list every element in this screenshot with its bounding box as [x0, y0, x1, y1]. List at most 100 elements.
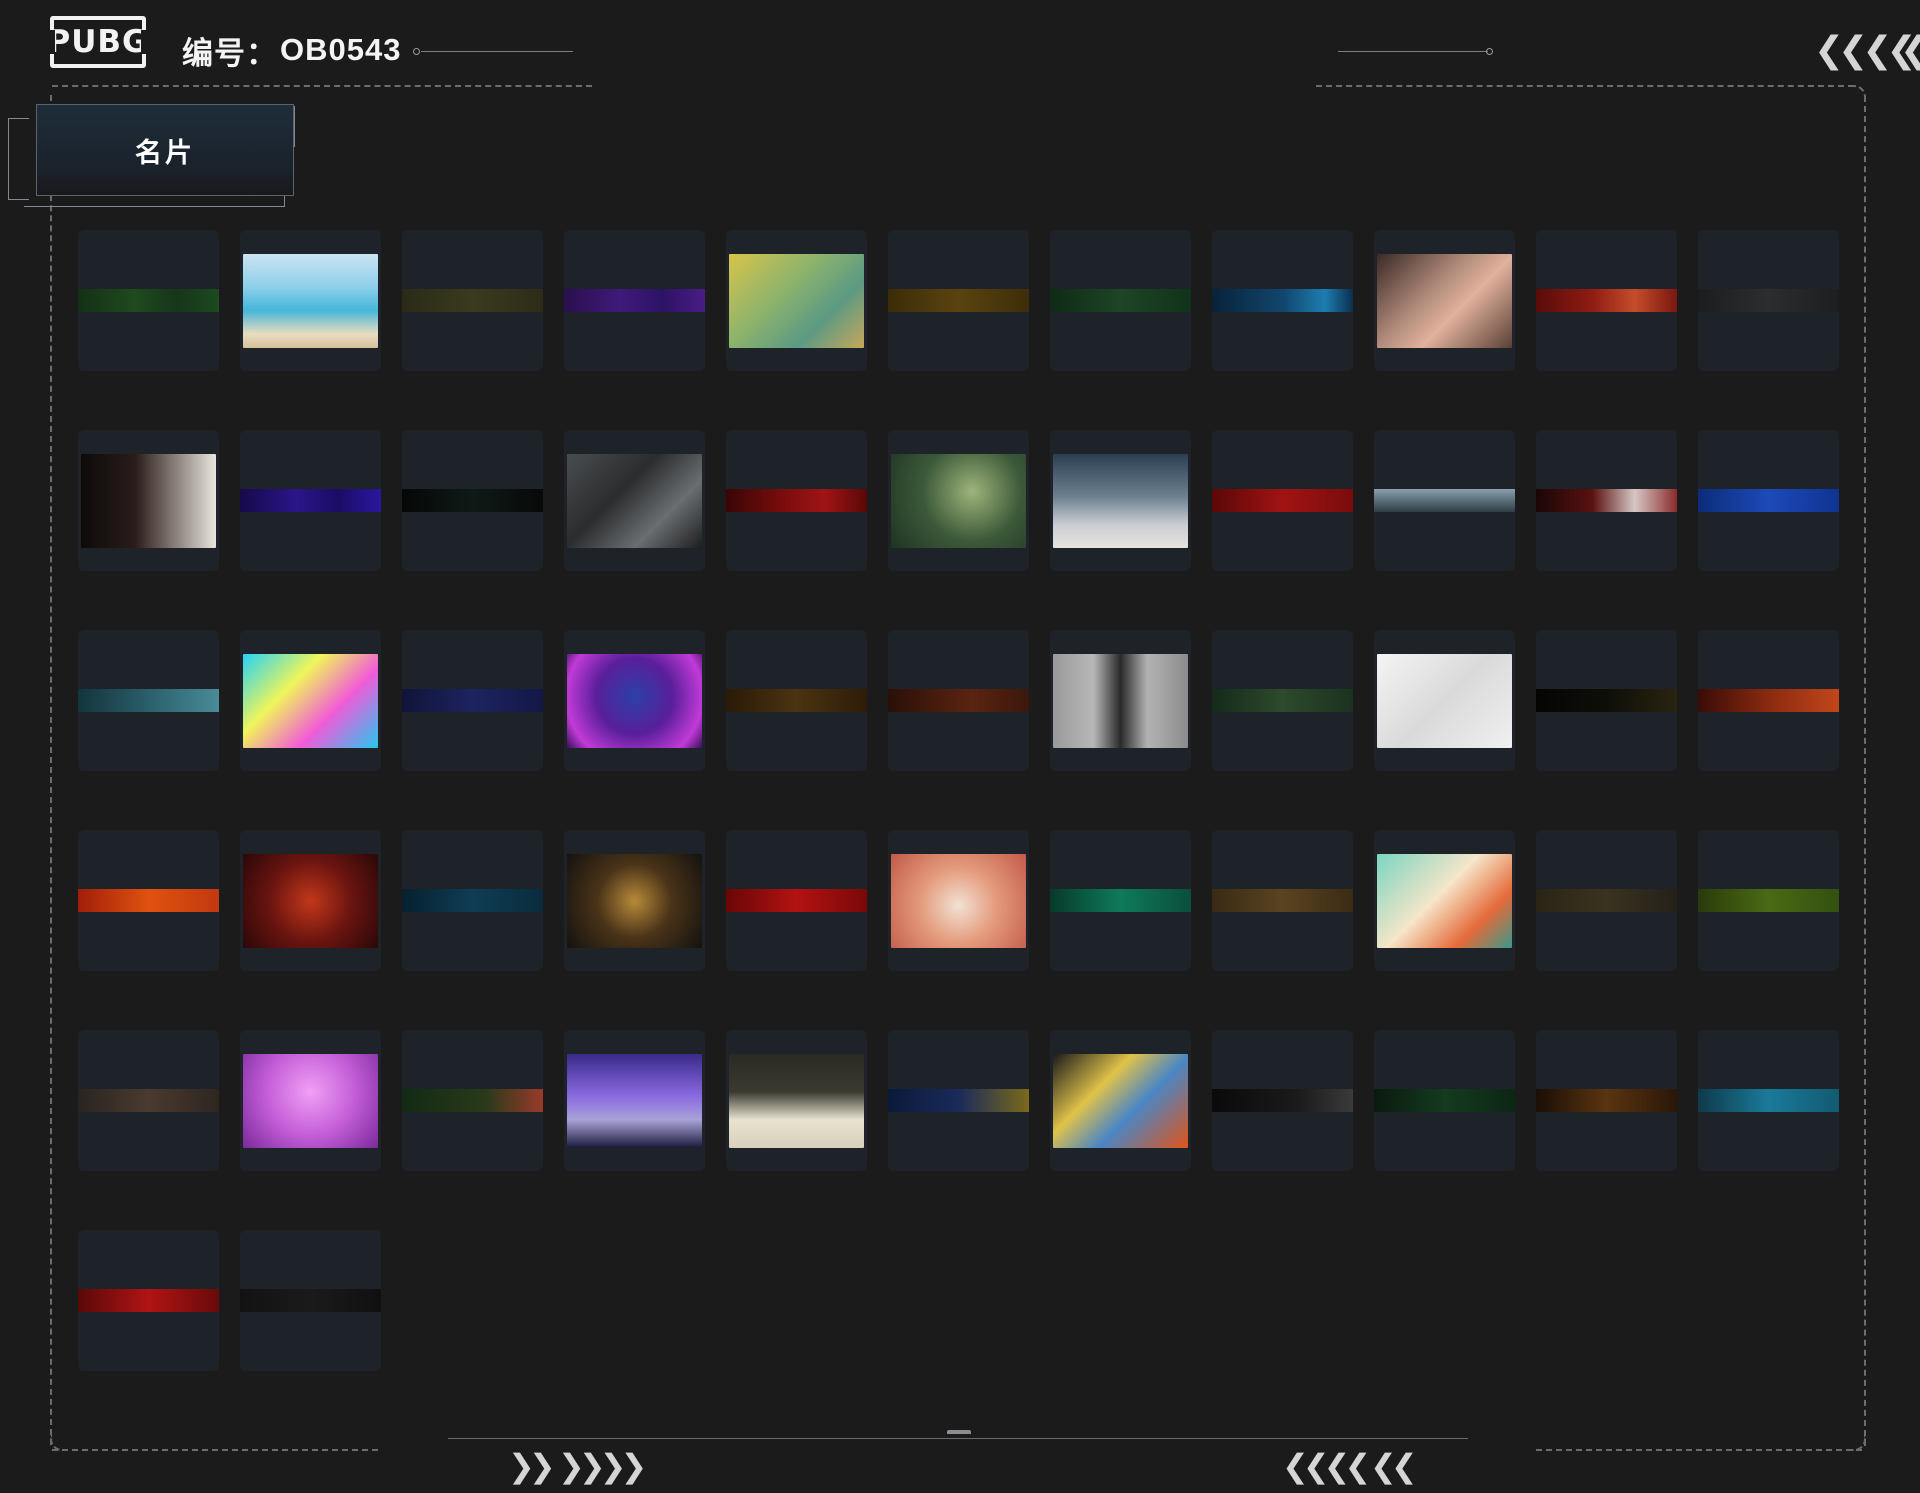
- namecard-item[interactable]: [1212, 1030, 1353, 1171]
- logo-icon: [567, 454, 702, 548]
- namecard-item[interactable]: [1536, 430, 1677, 571]
- shadow-figure-icon: [1053, 654, 1188, 748]
- frame-border: [52, 1449, 378, 1451]
- namecard-item[interactable]: [888, 1030, 1029, 1171]
- namecard-strip: [240, 489, 381, 512]
- namecard-item[interactable]: [888, 430, 1029, 571]
- namecard-strip: [240, 1289, 381, 1312]
- namecard-item[interactable]: [726, 630, 867, 771]
- namecard-item[interactable]: [1212, 230, 1353, 371]
- namecard-item[interactable]: [726, 1030, 867, 1171]
- namecard-item[interactable]: [78, 1230, 219, 1371]
- namecard-item[interactable]: [78, 230, 219, 371]
- namecard-item[interactable]: [78, 430, 219, 571]
- namecard-item[interactable]: [402, 830, 543, 971]
- pubg-logo: PUBG: [48, 16, 147, 68]
- namecard-item[interactable]: [78, 630, 219, 771]
- namecard-strip: [1050, 889, 1191, 912]
- namecard-item[interactable]: [1374, 830, 1515, 971]
- namecard-strip: [1536, 689, 1677, 712]
- playing-cards-icon: [729, 1054, 864, 1148]
- sketch-figure-icon: [1377, 654, 1512, 748]
- namecard-item[interactable]: [78, 1030, 219, 1171]
- namecard-item[interactable]: [1698, 230, 1839, 371]
- id-display: 编号： OB0543: [182, 30, 402, 71]
- namecard-item[interactable]: [726, 430, 867, 571]
- namecard-item[interactable]: [1698, 430, 1839, 571]
- namecard-item[interactable]: [78, 830, 219, 971]
- namecard-item[interactable]: [1050, 430, 1191, 571]
- namecard-item[interactable]: [1536, 230, 1677, 371]
- namecard-strip: [78, 1089, 219, 1112]
- namecard-item[interactable]: [726, 230, 867, 371]
- namecard-item[interactable]: [888, 630, 1029, 771]
- namecard-item[interactable]: [402, 1030, 543, 1171]
- namecard-item[interactable]: [402, 630, 543, 771]
- namecard-strip: [1374, 1089, 1515, 1112]
- tab-namecards[interactable]: 名片: [36, 104, 294, 196]
- namecard-item[interactable]: [1050, 630, 1191, 771]
- disco-icon: [567, 1054, 702, 1148]
- namecard-item[interactable]: [1536, 630, 1677, 771]
- namecard-strip: [1212, 689, 1353, 712]
- namecard-strip: [78, 889, 219, 912]
- namecard-item[interactable]: [1374, 630, 1515, 771]
- namecard-item[interactable]: [1698, 1030, 1839, 1171]
- namecard-item[interactable]: [564, 1030, 705, 1171]
- namecard-strip: [402, 289, 543, 312]
- scroll-handle[interactable]: [947, 1430, 971, 1434]
- namecard-item[interactable]: [1536, 830, 1677, 971]
- namecard-item[interactable]: [564, 830, 705, 971]
- namecard-item[interactable]: [564, 230, 705, 371]
- namecard-strip: [888, 289, 1029, 312]
- namecard-strip: [78, 1289, 219, 1312]
- twin-dragon-icon: [1377, 854, 1512, 948]
- namecard-strip: [1212, 889, 1353, 912]
- dragon-icon: [891, 854, 1026, 948]
- namecard-item[interactable]: [240, 1230, 381, 1371]
- namecard-strip: [726, 689, 867, 712]
- namecard-strip: [1212, 1089, 1353, 1112]
- namecard-item[interactable]: [1050, 830, 1191, 971]
- namecard-item[interactable]: [1212, 830, 1353, 971]
- namecard-item[interactable]: [1698, 830, 1839, 971]
- helmet-icon: [1053, 1054, 1188, 1148]
- tab-decoration: [8, 118, 29, 200]
- namecard-item[interactable]: [1374, 430, 1515, 571]
- namecard-item[interactable]: [1212, 630, 1353, 771]
- namecard-strip: [888, 1089, 1029, 1112]
- namecard-item[interactable]: [402, 230, 543, 371]
- frame-border: [1316, 85, 1854, 87]
- namecard-strip: [1212, 489, 1353, 512]
- namecard-strip: [726, 889, 867, 912]
- namecard-item[interactable]: [888, 230, 1029, 371]
- namecard-item[interactable]: [1050, 1030, 1191, 1171]
- namecard-item[interactable]: [402, 430, 543, 571]
- namecard-item[interactable]: [1536, 1030, 1677, 1171]
- namecard-item[interactable]: [1374, 230, 1515, 371]
- id-label: 编号：: [182, 35, 278, 71]
- namecard-strip: [1212, 289, 1353, 312]
- namecard-item[interactable]: [1374, 1030, 1515, 1171]
- namecard-item[interactable]: [564, 430, 705, 571]
- namecard-item[interactable]: [1050, 230, 1191, 371]
- namecard-strip: [402, 889, 543, 912]
- tab-decoration: [24, 196, 285, 207]
- namecard-strip: [78, 289, 219, 312]
- namecard-item[interactable]: [240, 1030, 381, 1171]
- namecard-item[interactable]: [1698, 630, 1839, 771]
- namecard-item[interactable]: [240, 630, 381, 771]
- namecard-item[interactable]: [888, 830, 1029, 971]
- namecard-strip: [1698, 889, 1839, 912]
- namecard-item[interactable]: [240, 430, 381, 571]
- namecard-strip: [1698, 489, 1839, 512]
- newjeans-logo-icon: [243, 654, 378, 748]
- namecard-item[interactable]: [726, 830, 867, 971]
- namecard-item[interactable]: [240, 230, 381, 371]
- namecard-item[interactable]: [564, 630, 705, 771]
- id-value: OB0543: [280, 32, 402, 67]
- girl-icon: [243, 1054, 378, 1148]
- namecard-item[interactable]: [1212, 430, 1353, 571]
- header-line-right: [1338, 51, 1488, 52]
- namecard-item[interactable]: [240, 830, 381, 971]
